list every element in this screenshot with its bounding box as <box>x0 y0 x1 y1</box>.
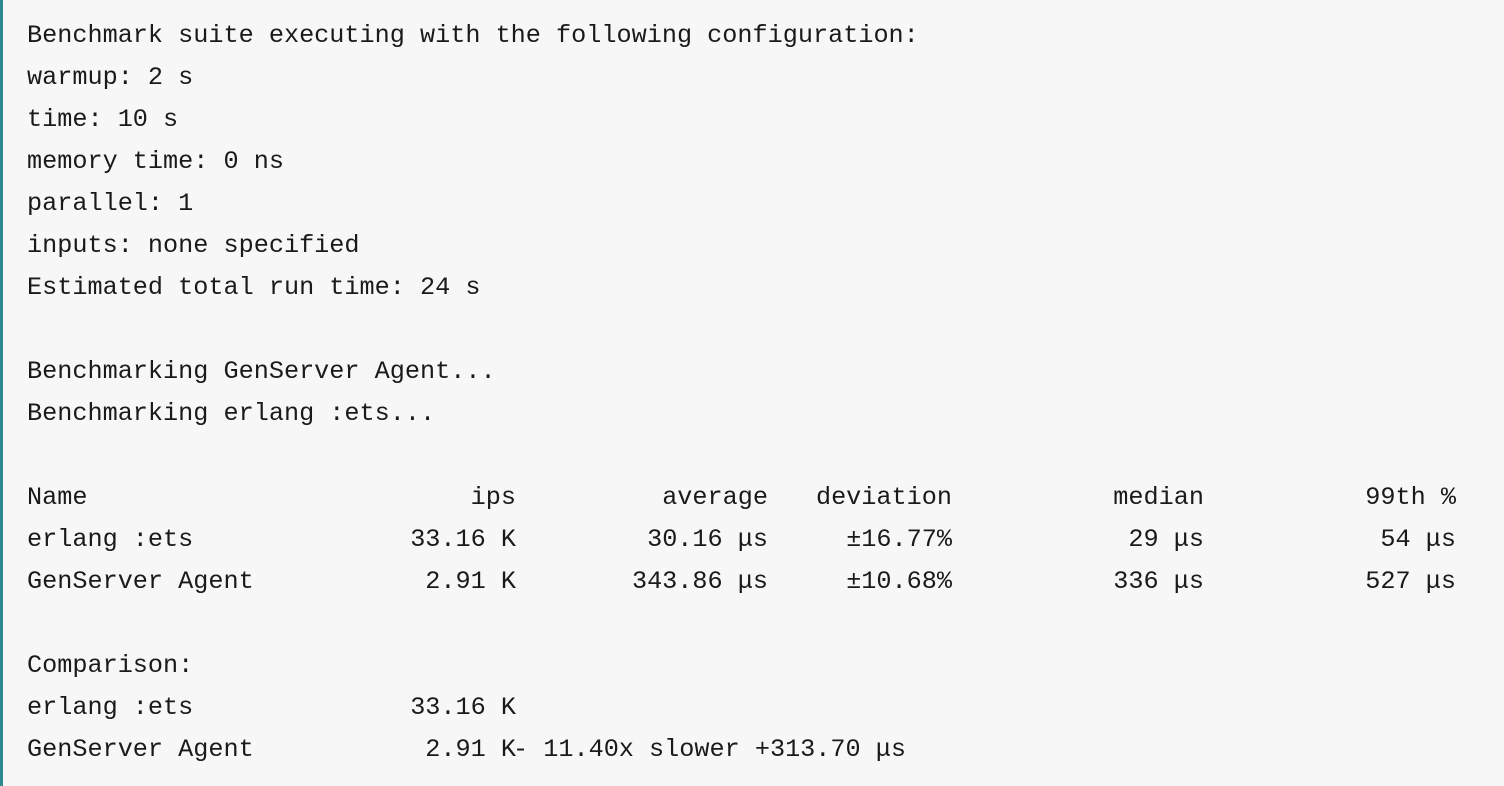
header-deviation: deviation <box>815 483 952 512</box>
table-row: erlang :ets 33.16 K 30.16 μs ±16.77% 29 … <box>27 519 1504 561</box>
comparison-title: Comparison: <box>27 651 194 680</box>
comparison-row: erlang :ets 33.16 K <box>27 687 1504 729</box>
config-memory-time: memory time: 0 ns <box>27 147 284 176</box>
header-ips: ips <box>470 483 516 512</box>
row-average: 30.16 μs <box>647 525 768 554</box>
progress-line: Benchmarking erlang :ets... <box>27 399 436 428</box>
row-99th-percentile: 54 μs <box>1380 525 1456 554</box>
row-name: GenServer Agent <box>27 567 254 596</box>
config-parallel: parallel: 1 <box>27 189 194 218</box>
config-warmup: warmup: 2 s <box>27 63 194 92</box>
config-time: time: 10 s <box>27 105 179 134</box>
header-99th-percentile: 99th % <box>1365 483 1456 512</box>
comparison-ips: 33.16 K <box>410 693 516 722</box>
table-row: GenServer Agent 2.91 K 343.86 μs ±10.68%… <box>27 561 1504 603</box>
header-median: median <box>1113 483 1204 512</box>
comparison-row: GenServer Agent 2.91 K - 11.40x slower +… <box>27 729 1504 771</box>
comparison-detail: - 11.40x slower +313.70 μs <box>513 735 906 764</box>
row-median: 29 μs <box>1128 525 1204 554</box>
config-inputs: inputs: none specified <box>27 231 360 260</box>
row-average: 343.86 μs <box>631 567 768 596</box>
config-header: Benchmark suite executing with the follo… <box>27 21 919 50</box>
row-99th-percentile: 527 μs <box>1365 567 1456 596</box>
progress-line: Benchmarking GenServer Agent... <box>27 357 496 386</box>
config-estimated-run-time: Estimated total run time: 24 s <box>27 273 481 302</box>
comparison-name: GenServer Agent <box>27 735 254 764</box>
row-median: 336 μs <box>1113 567 1204 596</box>
header-average: average <box>662 483 768 512</box>
row-ips: 33.16 K <box>410 525 516 554</box>
header-name: Name <box>27 483 88 512</box>
benchmark-output-block: Benchmark suite executing with the follo… <box>0 0 1504 786</box>
row-deviation: ±16.77% <box>846 525 952 554</box>
comparison-ips: 2.91 K <box>425 735 516 764</box>
row-ips: 2.91 K <box>425 567 516 596</box>
results-table-header: Name ips average deviation median 99th % <box>27 477 1504 519</box>
row-deviation: ±10.68% <box>846 567 952 596</box>
row-name: erlang :ets <box>27 525 194 554</box>
comparison-name: erlang :ets <box>27 693 194 722</box>
